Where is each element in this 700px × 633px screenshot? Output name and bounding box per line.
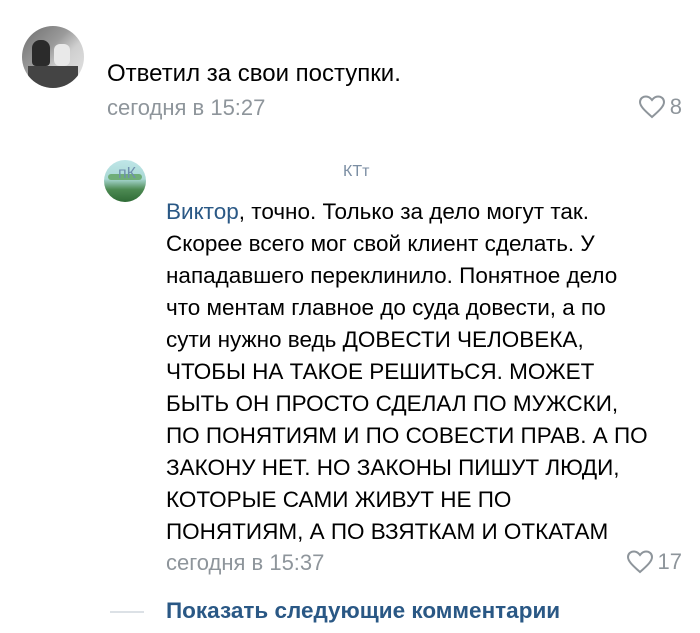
reply-line: нападавшего переклинило. Понятное дело	[166, 263, 618, 288]
mention-link[interactable]: Виктор	[166, 199, 239, 224]
reply-target-fragment: КТт	[343, 163, 370, 180]
like-count: 17	[657, 549, 682, 574]
avatar-photo-part	[28, 66, 78, 88]
like-button[interactable]: 8	[638, 94, 682, 120]
avatar-photo-part	[54, 44, 70, 66]
reply-like-button[interactable]: 17	[626, 549, 682, 575]
heart-icon	[626, 550, 654, 574]
heart-icon	[638, 95, 666, 119]
comment-timestamp[interactable]: сегодня в 15:27	[107, 95, 265, 121]
comment-text: Ответил за свои поступки.	[107, 60, 401, 87]
reply-timestamp[interactable]: сегодня в 15:37	[166, 550, 324, 576]
reply-line: что ментам главное до суда довести, а по	[166, 295, 606, 320]
like-count: 8	[669, 94, 682, 119]
reply-line: КОТОРЫЕ САМИ ЖИВУТ НЕ ПО	[166, 487, 512, 512]
reply-line: сути нужно ведь ДОВЕСТИ ЧЕЛОВЕКА,	[166, 327, 584, 352]
avatar-photo-part	[32, 40, 50, 66]
reply-line: БЫТЬ ОН ПРОСТО СДЕЛАЛ ПО МУЖСКИ,	[166, 391, 619, 416]
reply-line: ЧТОБЫ НА ТАКОЕ РЕШИТЬСЯ. МОЖЕТ	[166, 359, 595, 384]
reply-text: Виктор, точно. Только за дело могут так.…	[166, 196, 686, 548]
reply-line: ПО ПОНЯТИЯМ И ПО СОВЕСТИ ПРАВ. А ПО	[166, 423, 648, 448]
reply-line: Виктор, точно. Только за дело могут так.	[166, 196, 686, 228]
reply-line: ПОНЯТИЯМ, А ПО ВЗЯТКАМ И ОТКАТАМ	[166, 519, 609, 544]
reply-line-text: , точно. Только за дело могут так.	[238, 199, 589, 224]
reply-line: Скорее всего мог свой клиент сделать. У	[166, 231, 595, 256]
show-more-comments-link[interactable]: Показать следующие комментарии	[166, 598, 560, 624]
divider	[110, 611, 144, 613]
avatar[interactable]	[22, 26, 84, 88]
reply-author-fragment: пК	[118, 165, 136, 182]
reply-line: ЗАКОНУ НЕТ. НО ЗАКОНЫ ПИШУТ ЛЮДИ,	[166, 455, 620, 480]
reply-header-fragment: пК КТт	[118, 163, 369, 183]
